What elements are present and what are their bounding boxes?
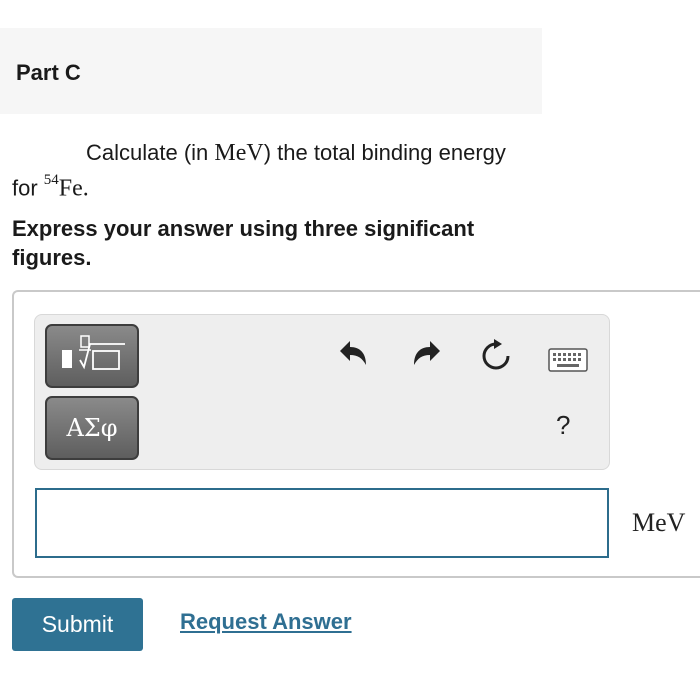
symbols-button[interactable]: ΑΣφ <box>45 396 139 460</box>
question-period: . <box>82 175 89 202</box>
part-header <box>0 28 542 114</box>
question-unit: MeV <box>214 140 264 166</box>
reset-icon[interactable] <box>478 338 514 374</box>
fraction-root-templates-icon <box>62 335 125 370</box>
undo-icon[interactable] <box>336 338 372 370</box>
templates-button[interactable] <box>45 324 139 388</box>
instruction-text: Express your answer using three signific… <box>12 216 475 270</box>
redo-icon[interactable] <box>408 338 444 370</box>
submit-button[interactable]: Submit <box>12 598 143 651</box>
isotope-mass-number: 54 <box>43 172 59 188</box>
keyboard-icon[interactable] <box>548 346 588 374</box>
request-answer-link[interactable]: Request Answer <box>180 609 352 635</box>
isotope-symbol: Fe <box>58 175 83 202</box>
part-title: Part C <box>16 60 81 85</box>
answer-unit: MeV <box>632 508 686 537</box>
answer-input[interactable] <box>35 488 609 558</box>
question-text-before: Calculate (in <box>86 140 215 165</box>
question-text: Calculate (in MeV) the total binding ene… <box>12 138 532 203</box>
help-button[interactable]: ? <box>556 410 570 441</box>
symbols-label: ΑΣφ <box>66 414 118 442</box>
